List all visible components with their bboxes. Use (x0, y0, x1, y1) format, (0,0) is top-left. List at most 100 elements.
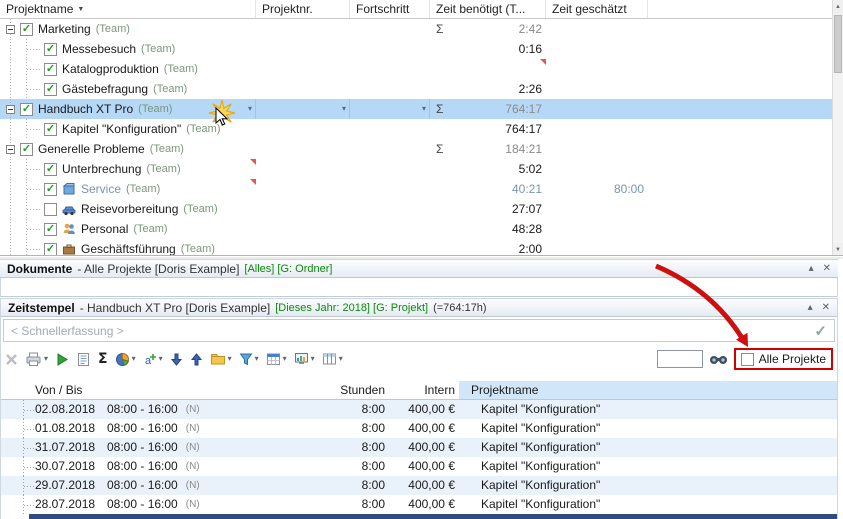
row-checkbox[interactable]: ✓ (44, 223, 57, 236)
tree-row[interactable]: ✓Handbuch XT Pro(Team)▾▾▾Σ764:17 (0, 99, 843, 119)
calendar-week-icon (266, 352, 281, 366)
zeit-benoetigt-cell: Σ184:21 (430, 139, 546, 159)
expander-icon[interactable] (6, 25, 15, 34)
row-checkbox[interactable]: ✓ (44, 63, 57, 76)
timestamp-row[interactable]: 01.08.201808:00 - 16:00(N)8:00400,00 €Ka… (1, 419, 837, 438)
scroll-down-button[interactable]: ▼ (833, 243, 843, 256)
pie-chart-button[interactable]: ▾ (115, 352, 136, 367)
row-checkbox[interactable]: ✓ (44, 243, 57, 256)
tree-row[interactable]: ✓Messebesuch(Team)0:16 (0, 39, 843, 59)
tree-row[interactable]: ✓Gästebefragung(Team)2:26 (0, 79, 843, 99)
projektname-cell: ✓Kapitel "Konfiguration"(Team) (0, 119, 256, 139)
dropdown-icon[interactable]: ▾ (44, 355, 48, 363)
collapse-panel-button[interactable]: ▴ (809, 263, 814, 274)
dropdown-icon[interactable]: ▾ (255, 355, 259, 363)
dropdown-icon[interactable]: ▾ (339, 355, 343, 363)
dropdown-icon[interactable]: ▾ (159, 355, 163, 363)
report-button[interactable]: ▾ (294, 352, 315, 366)
sum-button[interactable]: Σ (98, 351, 108, 367)
check-icon: ✓ (46, 184, 55, 195)
confirm-check-icon[interactable]: ✓ (814, 322, 827, 340)
binoculars-icon[interactable] (709, 352, 728, 366)
column-header-projektname[interactable]: Projektname ▼ (0, 0, 256, 18)
list-button[interactable] (76, 352, 91, 367)
row-checkbox[interactable]: ✓ (44, 83, 57, 96)
dropdown-icon[interactable]: ▾ (248, 105, 252, 113)
vertical-scrollbar[interactable]: ▲ ▼ (832, 0, 843, 256)
column-header-zeit-geschaetzt[interactable]: Zeit geschätzt (546, 0, 648, 18)
tree-row[interactable]: ✓Geschäftsführung(Team)2:00 (0, 239, 843, 256)
add-quicktext-button[interactable]: a▾ (143, 352, 163, 367)
alle-projekte-checkbox[interactable] (741, 353, 754, 366)
row-checkbox[interactable]: ✓ (20, 103, 33, 116)
scrollbar-track[interactable] (833, 13, 843, 243)
scrollbar-thumb[interactable] (834, 15, 842, 73)
column-header-zeit-benoetigt[interactable]: Zeit benötigt (T... (430, 0, 546, 18)
dropdown-icon[interactable]: ▾ (342, 105, 346, 113)
expander-icon[interactable] (6, 105, 15, 114)
close-panel-button[interactable]: ✕ (822, 302, 830, 313)
dropdown-icon[interactable]: ▾ (132, 355, 136, 363)
zeit-geschaetzt-cell (546, 239, 648, 256)
column-header-intern[interactable]: Intern (389, 381, 459, 399)
dokumente-panel-body (0, 278, 838, 297)
sort-indicator-icon[interactable]: ▼ (77, 6, 84, 13)
start-timer-button[interactable] (55, 352, 69, 367)
tree-row[interactable]: Reisevorbereitung(Team)27:07 (0, 199, 843, 219)
stunden-value: 8:00 (251, 438, 389, 457)
quick-entry-input[interactable]: < Schnellerfassung > ✓ (3, 319, 835, 342)
row-checkbox[interactable]: ✓ (20, 143, 33, 156)
column-header-fortschritt[interactable]: Fortschritt (350, 0, 430, 18)
column-header-projektnr[interactable]: Projektnr. (256, 0, 350, 18)
tree-row[interactable]: ✓Personal(Team)48:28 (0, 219, 843, 239)
close-panel-button[interactable]: ✕ (823, 263, 831, 274)
sum-icon: Σ (430, 99, 443, 119)
tree-row[interactable]: ✓Generelle Probleme(Team)Σ184:21 (0, 139, 843, 159)
timestamp-row[interactable]: 30.07.201808:00 - 16:00(N)8:00400,00 €Ka… (1, 457, 837, 476)
dropdown-icon[interactable]: ▾ (422, 105, 426, 113)
row-checkbox[interactable]: ✓ (20, 23, 33, 36)
row-checkbox[interactable]: ✓ (44, 123, 57, 136)
timestamp-row[interactable]: 31.07.201808:00 - 16:00(N)8:00400,00 €Ka… (1, 438, 837, 457)
zeit-geschaetzt-cell (546, 139, 648, 159)
table-columns-button[interactable]: ▾ (322, 352, 343, 366)
zeitstempel-title: Zeitstempel (8, 301, 75, 315)
timestamp-row[interactable]: 28.07.201808:00 - 16:00(N)8:00400,00 €Ka… (1, 495, 837, 514)
project-name-label: Messebesuch (62, 39, 136, 59)
folder-button[interactable]: ▾ (210, 352, 232, 366)
delete-button[interactable] (5, 353, 18, 366)
dropdown-icon[interactable]: ▾ (283, 355, 287, 363)
project-name-label: Marketing (38, 19, 91, 39)
tree-row[interactable]: ✓Marketing(Team)Σ2:42 (0, 19, 843, 39)
collapse-panel-button[interactable]: ▴ (808, 302, 813, 313)
row-checkbox[interactable]: ✓ (44, 183, 57, 196)
filter-button[interactable]: ▾ (239, 352, 259, 366)
tree-row[interactable]: ✓Kapitel "Konfiguration"(Team)764:17 (0, 119, 843, 139)
dropdown-icon[interactable]: ▾ (311, 355, 315, 363)
partially-visible-row[interactable] (1, 514, 837, 519)
timestamp-row[interactable]: 29.07.201808:00 - 16:00(N)8:00400,00 €Ka… (1, 476, 837, 495)
dropdown-icon[interactable]: ▾ (228, 355, 232, 363)
tree-row[interactable]: ✓Service(Team)40:2180:00 (0, 179, 843, 199)
move-up-button[interactable] (190, 352, 203, 367)
dokumente-panel-bar[interactable]: Dokumente - Alle Projekte [Doris Example… (0, 259, 838, 278)
projektnr-cell (256, 19, 350, 39)
row-checkbox[interactable]: ✓ (44, 163, 57, 176)
column-header-projektname[interactable]: Projektname (459, 381, 837, 399)
row-checkbox[interactable]: ✓ (44, 43, 57, 56)
search-input[interactable] (657, 350, 703, 368)
scroll-up-button[interactable]: ▲ (833, 0, 843, 13)
tree-row[interactable]: ✓Katalogproduktion(Team) (0, 59, 843, 79)
row-checkbox[interactable] (44, 203, 57, 216)
zeit-geschaetzt-cell (546, 159, 648, 179)
calendar-week-button[interactable]: ▾ (266, 352, 287, 366)
timestamp-row[interactable]: 02.08.201808:00 - 16:00(N)8:00400,00 €Ka… (1, 400, 837, 419)
column-header-von-bis[interactable]: Von / Bis (1, 381, 251, 399)
column-header-stunden[interactable]: Stunden (251, 381, 389, 399)
move-down-button[interactable] (170, 352, 183, 367)
expander-icon[interactable] (6, 145, 15, 154)
zeitstempel-panel-bar[interactable]: Zeitstempel - Handbuch XT Pro [Doris Exa… (1, 298, 837, 317)
print-button[interactable]: ▾ (25, 351, 48, 367)
tree-guide-line (24, 467, 34, 468)
tree-row[interactable]: ✓Unterbrechung(Team)5:02 (0, 159, 843, 179)
